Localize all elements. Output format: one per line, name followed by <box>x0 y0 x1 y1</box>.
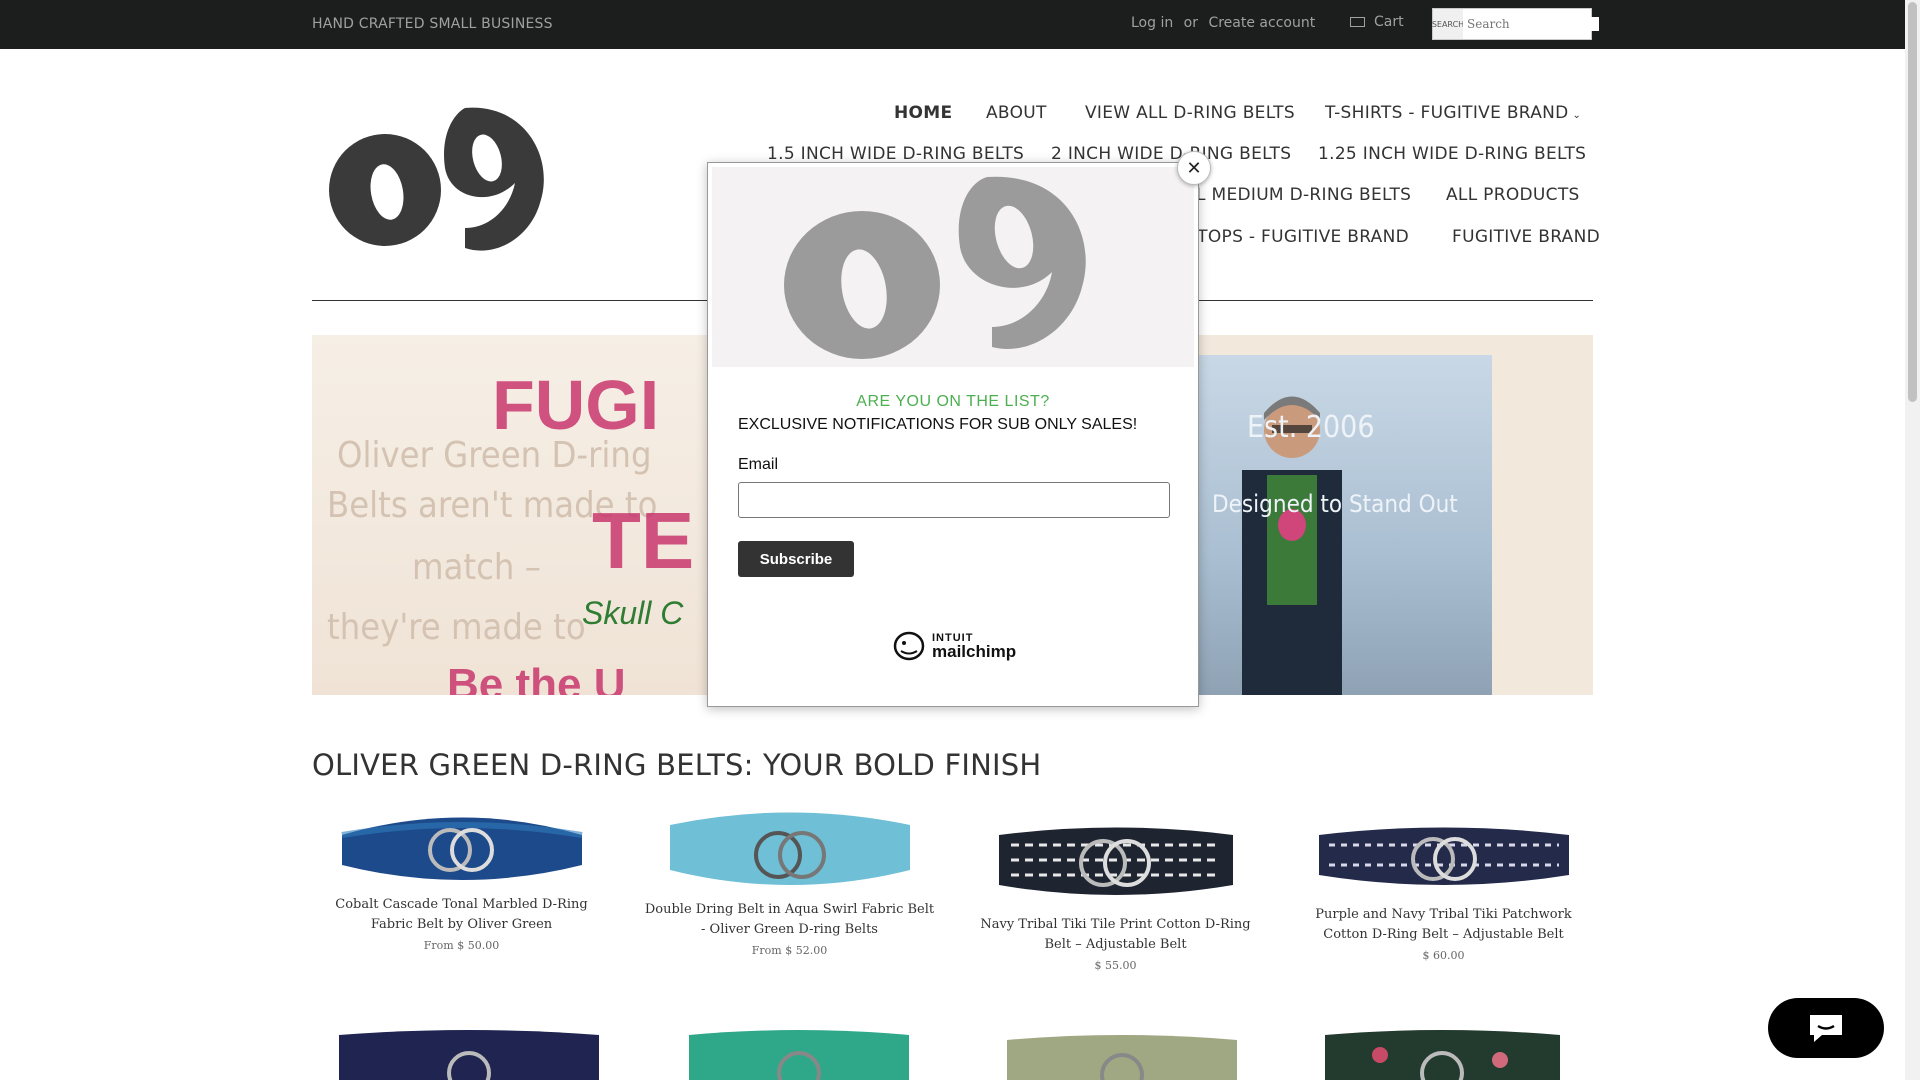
product-image[interactable] <box>684 1025 914 1080</box>
scrollbar-thumb[interactable] <box>1908 2 1917 402</box>
close-icon[interactable]: ✕ <box>1177 151 1211 185</box>
popup-header-image <box>712 167 1194 367</box>
product-price: $ 55.00 <box>1094 959 1137 972</box>
hero-line3: match – <box>412 547 541 588</box>
nav-2-inch-belts[interactable]: 2 INCH WIDE D-RING BELTS <box>1051 144 1291 164</box>
product-image[interactable] <box>1002 1030 1242 1080</box>
hero-fugitive-text: FUGI <box>492 366 660 444</box>
subscribe-button[interactable]: Subscribe <box>738 541 854 577</box>
nav-all-products[interactable]: ALL PRODUCTS <box>1446 185 1580 205</box>
product-card[interactable]: Purple and Navy Tribal Tiki Patchwork Co… <box>1296 815 1591 962</box>
search-box: SEARCH <box>1432 8 1599 40</box>
email-label: Email <box>738 456 779 473</box>
product-image[interactable] <box>1309 815 1579 895</box>
hero-line1: Oliver Green D-ring <box>337 435 652 476</box>
popup-logo <box>784 176 1086 359</box>
nav-1-25-inch-belts[interactable]: 1.25 INCH WIDE D-RING BELTS <box>1318 144 1586 164</box>
tagline: HAND CRAFTED SMALL BUSINESS <box>312 16 553 32</box>
product-price: $ 60.00 <box>1422 949 1465 962</box>
product-image[interactable] <box>332 805 592 885</box>
hero-tee-text: TE <box>592 496 695 585</box>
mailchimp-line2: mailchimp <box>932 642 1017 661</box>
product-image[interactable] <box>1320 1025 1565 1080</box>
mailchimp-logo-icon <box>893 631 925 661</box>
hero-right2: Designed to Stand Out <box>1212 490 1458 518</box>
logo[interactable] <box>315 98 560 258</box>
nav-view-all-d-ring-belts[interactable]: VIEW ALL D-RING BELTS <box>1085 103 1295 123</box>
nav-t-shirts-fugitive[interactable]: T-SHIRTS - FUGITIVE BRAND ⌄ <box>1325 103 1581 123</box>
hero-line4: they're made to <box>327 607 586 648</box>
product-card[interactable]: Cobalt Cascade Tonal Marbled D-Ring Fabr… <box>314 805 609 952</box>
nav-fugitive-brand[interactable]: FUGITIVE BRAND <box>1452 227 1600 247</box>
search-input[interactable] <box>1463 17 1599 31</box>
product-price: From $ 50.00 <box>423 939 500 952</box>
nav-medium-belts[interactable]: L MEDIUM D-RING BELTS <box>1196 185 1411 205</box>
nav-t-shirts-label: T-SHIRTS - FUGITIVE BRAND <box>1325 103 1569 123</box>
cart-icon <box>1350 16 1366 29</box>
scrollbar[interactable] <box>1905 0 1920 1080</box>
product-price: From $ 52.00 <box>751 944 828 957</box>
cart-link[interactable]: Cart <box>1350 14 1404 30</box>
mailchimp-wordmark: INTUIT mailchimp <box>932 631 1017 661</box>
nav-tops-fugitive[interactable]: K TOPS - FUGITIVE BRAND <box>1180 227 1409 247</box>
account-links: Log in or Create account <box>1131 15 1321 31</box>
hero-skull-text: Skull C <box>582 595 684 631</box>
chevron-down-icon: ⌄ <box>1572 110 1582 121</box>
product-name[interactable]: Purple and Navy Tribal Tiki Patchwork Co… <box>1296 905 1591 945</box>
create-account-link[interactable]: Create account <box>1208 15 1315 31</box>
email-field[interactable] <box>738 482 1170 518</box>
mailchimp-badge[interactable]: INTUIT mailchimp <box>892 629 1016 661</box>
chat-button[interactable] <box>1768 998 1884 1058</box>
search-icon[interactable]: SEARCH <box>1432 9 1464 39</box>
section-title: OLIVER GREEN D-RING BELTS: YOUR BOLD FIN… <box>312 748 1042 782</box>
hero-right1: Est. 2006 <box>1247 410 1375 445</box>
product-name[interactable]: Double Dring Belt in Aqua Swirl Fabric B… <box>642 900 937 940</box>
product-card[interactable]: Double Dring Belt in Aqua Swirl Fabric B… <box>642 805 937 957</box>
chat-bubble-icon <box>1810 1015 1842 1042</box>
hero-line5: Be the U <box>447 660 626 695</box>
product-image[interactable] <box>981 815 1251 905</box>
product-card[interactable]: Navy Tribal Tiki Tile Print Cotton D-Rin… <box>968 815 1263 972</box>
product-image[interactable] <box>334 1025 604 1080</box>
product-image[interactable] <box>660 805 920 890</box>
product-name[interactable]: Cobalt Cascade Tonal Marbled D-Ring Fabr… <box>314 895 609 935</box>
cart-label: Cart <box>1374 14 1404 30</box>
nav-1-5-inch-belts[interactable]: 1.5 INCH WIDE D-RING BELTS <box>767 144 1024 164</box>
nav-home[interactable]: HOME <box>894 103 952 123</box>
popup-subheading: EXCLUSIVE NOTIFICATIONS FOR SUB ONLY SAL… <box>738 416 1138 433</box>
popup-heading: ARE YOU ON THE LIST? <box>856 393 1050 410</box>
login-link[interactable]: Log in <box>1131 15 1173 31</box>
product-name[interactable]: Navy Tribal Tiki Tile Print Cotton D-Rin… <box>968 915 1263 955</box>
nav-about[interactable]: ABOUT <box>986 103 1047 123</box>
newsletter-popup: ✕ ARE YOU ON THE LIST? EXCLUSIVE NOTIFIC… <box>707 151 1211 707</box>
top-bar: HAND CRAFTED SMALL BUSINESS Log in or Cr… <box>0 0 1905 49</box>
or-text: or <box>1183 15 1198 31</box>
